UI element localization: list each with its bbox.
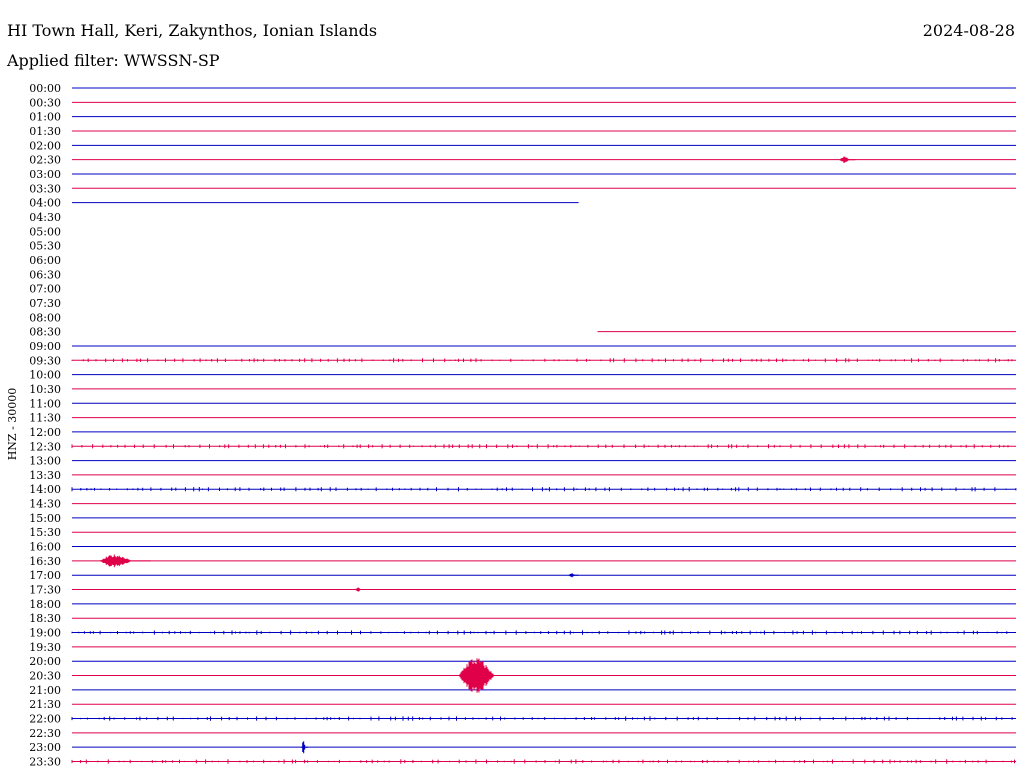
hour-tick-label: 03:30	[29, 182, 61, 195]
seismic-event	[839, 156, 856, 163]
hour-tick-label: 18:00	[29, 598, 61, 611]
hour-tick-label: 20:30	[29, 670, 61, 683]
y-axis-label: HNZ - 30000	[6, 388, 19, 461]
hour-tick-label: 14:30	[29, 498, 61, 511]
hour-tick-label: 06:00	[29, 254, 61, 267]
hour-tick-label: 17:00	[29, 569, 61, 582]
station-title: HI Town Hall, Keri, Zakynthos, Ionian Is…	[7, 21, 377, 40]
hour-tick-label: 02:00	[29, 139, 61, 152]
hour-tick-label: 10:00	[29, 369, 61, 382]
hour-tick-label: 12:00	[29, 426, 61, 439]
seismic-event	[354, 587, 365, 592]
hour-tick-label: 22:00	[29, 713, 61, 726]
hour-tick-label: 03:00	[29, 168, 61, 181]
hour-tick-label: 16:30	[29, 555, 61, 568]
trace-rows: 00:0000:30 01:0001:3002:00 02:3003:0003:30…	[29, 82, 1017, 769]
hour-tick-label: 23:30	[29, 756, 61, 769]
hour-tick-label: 21:30	[29, 698, 61, 711]
hour-tick-label: 15:30	[29, 526, 61, 539]
hour-tick-label: 01:30	[29, 125, 61, 138]
hour-tick-label: 00:30	[29, 96, 61, 109]
hour-tick-label: 17:30	[29, 584, 61, 597]
hour-tick-label: 22:30	[29, 727, 61, 740]
hour-tick-label: 00:00	[29, 82, 61, 95]
hour-tick-label: 12:30	[29, 440, 61, 453]
filter-label: Applied filter: WWSSN-SP	[6, 51, 220, 70]
hour-tick-label: 01:00	[29, 111, 61, 124]
date-label: 2024-08-28	[923, 21, 1015, 40]
hour-tick-label: 11:00	[29, 397, 61, 410]
hour-tick-label: 13:00	[29, 455, 61, 468]
seismic-event	[301, 741, 309, 754]
hour-tick-label: 21:00	[29, 684, 61, 697]
hour-tick-label: 14:00	[29, 483, 61, 496]
hour-tick-label: 10:30	[29, 383, 61, 396]
hour-tick-label: 15:00	[29, 512, 61, 525]
seismic-event	[458, 658, 516, 693]
helicorder-chart: HI Town Hall, Keri, Zakynthos, Ionian Is…	[6, 21, 1017, 769]
hour-tick-label: 20:00	[29, 655, 61, 668]
hour-tick-label: 07:00	[29, 283, 61, 296]
hour-tick-label: 23:00	[29, 741, 61, 754]
hour-tick-label: 08:00	[29, 311, 61, 324]
hour-tick-label: 04:00	[29, 197, 61, 210]
hour-tick-label: 09:30	[29, 354, 61, 367]
hour-tick-label: 09:00	[29, 340, 61, 353]
hour-tick-label: 16:00	[29, 541, 61, 554]
hour-tick-label: 19:30	[29, 641, 61, 654]
hour-tick-label: 06:30	[29, 268, 61, 281]
hour-tick-label: 05:00	[29, 225, 61, 238]
hour-tick-label: 19:00	[29, 627, 61, 640]
hour-tick-label: 11:30	[29, 412, 61, 425]
hour-tick-label: 13:30	[29, 469, 61, 482]
hour-tick-label: 07:30	[29, 297, 61, 310]
hour-tick-label: 04:30	[29, 211, 61, 224]
hour-tick-label: 18:30	[29, 612, 61, 625]
hour-tick-label: 08:30	[29, 326, 61, 339]
hour-tick-label: 05:30	[29, 240, 61, 253]
hour-tick-label: 02:30	[29, 154, 61, 167]
seismic-event	[568, 573, 579, 578]
seismic-event	[99, 554, 151, 568]
